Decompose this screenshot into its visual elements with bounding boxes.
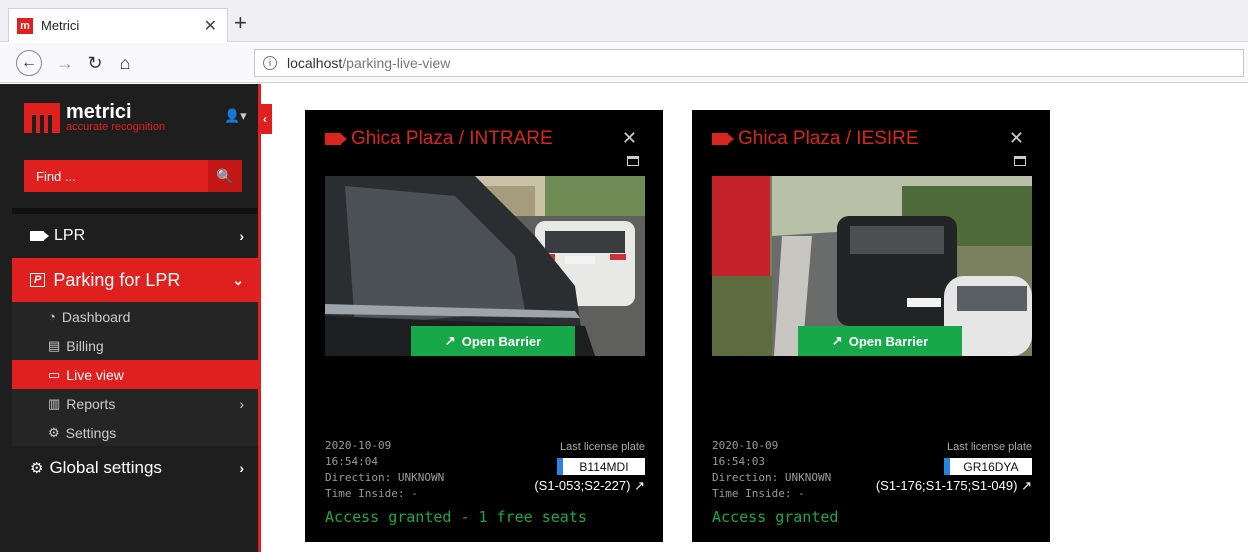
sidebar-edge (258, 84, 261, 552)
billing-icon: ▤ (48, 337, 61, 353)
barrier-icon: ↗ (831, 333, 843, 348)
logo[interactable]: metrici accurate recognition (24, 102, 165, 133)
user-menu-icon[interactable]: 👤▾ (224, 108, 247, 124)
find-box: Find ... 🔍 (24, 160, 242, 192)
last-plate-label: Last license plate (947, 441, 1032, 453)
sidebar-item-label: Dashboard (61, 308, 131, 325)
panel-title: Ghica Plaza / IESIRE (712, 128, 919, 150)
sidebar-item-label: Settings (65, 424, 117, 441)
sensor-readout: (S1-176;S1-175;S1-049) ↗ (875, 478, 1032, 493)
url-path: /parking-live-view (342, 55, 451, 71)
sidebar-item-label: Live view (66, 366, 124, 383)
close-icon[interactable]: ✕ (622, 128, 637, 149)
chevron-right-icon: › (239, 460, 244, 476)
open-barrier-button[interactable]: ↗ Open Barrier (798, 326, 962, 356)
video-camera-icon (30, 231, 49, 241)
panel-title: Ghica Plaza / INTRARE (325, 128, 553, 150)
sidebar-item-label: Global settings (49, 458, 162, 477)
maximize-icon[interactable] (1014, 156, 1026, 166)
sidebar-item-global-settings[interactable]: ⚙ Global settings › (12, 446, 258, 490)
info-icon[interactable]: i (263, 56, 277, 70)
access-status: Access granted - 1 free seats (325, 508, 587, 526)
close-icon[interactable]: ✕ (1009, 128, 1024, 149)
find-input[interactable]: Find ... (24, 160, 208, 192)
sidebar-item-lpr[interactable]: LPR › (12, 214, 258, 258)
parking-icon: P (30, 273, 46, 287)
barrier-icon: ↗ (634, 478, 645, 493)
browser-navbar: ← → ↻ ⌂ i localhost/parking-live-view (0, 43, 1248, 83)
collapse-sidebar-icon[interactable]: ‹ (258, 104, 272, 134)
gear-icon: ⚙ (48, 424, 60, 440)
video-camera-icon (325, 133, 347, 145)
sidebar-item-parking[interactable]: P Parking for LPR ⌄ (12, 258, 258, 302)
search-icon[interactable]: 🔍 (208, 160, 242, 192)
browser-tabbar: m Metrici ✕ + (0, 0, 1248, 42)
sidebar-item-reports[interactable]: ▥ Reports › (12, 389, 258, 418)
camera-panel-iesire: Ghica Plaza / IESIRE ✕ ↗ Open Barrier 20… (692, 110, 1050, 542)
sidebar-item-billing[interactable]: ▤ Billing (12, 331, 258, 360)
chart-icon: ▥ (48, 395, 61, 411)
logo-mark-icon (24, 102, 60, 133)
sensor-readout: (S1-053;S2-227) ↗ (534, 478, 645, 493)
event-meta: 2020-10-09 16:54:03 Direction: UNKNOWN T… (712, 439, 832, 500)
favicon-icon: m (17, 17, 33, 34)
url-bar[interactable]: i localhost/parking-live-view (254, 49, 1244, 77)
sidebar-item-label: LPR (54, 227, 86, 244)
barrier-icon: ↗ (1021, 478, 1032, 493)
logo-tagline: accurate recognition (66, 121, 166, 133)
monitor-icon: ▭ (48, 366, 61, 382)
maximize-icon[interactable] (627, 156, 639, 166)
access-status: Access granted (712, 508, 839, 526)
forward-icon[interactable]: → (52, 50, 78, 76)
barrier-icon: ↗ (444, 333, 456, 348)
dashboard-icon: ◔ (48, 309, 56, 324)
sidebar-item-label: Billing (66, 337, 104, 354)
reload-icon[interactable]: ↻ (82, 50, 108, 76)
license-plate: GR16DYA (944, 458, 1032, 475)
back-icon[interactable]: ← (16, 50, 42, 76)
sidebar-item-dashboard[interactable]: ◔ Dashboard (12, 302, 258, 331)
last-plate-label: Last license plate (560, 441, 645, 453)
new-tab-icon[interactable]: + (234, 10, 247, 36)
chevron-right-icon: › (239, 395, 244, 412)
sidebar-item-label: Parking for LPR (53, 269, 181, 290)
open-barrier-button[interactable]: ↗ Open Barrier (411, 326, 575, 356)
chevron-down-icon: ⌄ (232, 271, 244, 288)
sidebar-item-settings[interactable]: ⚙ Settings (12, 418, 258, 447)
logo-name: metrici (66, 101, 132, 123)
close-tab-icon[interactable]: ✕ (204, 16, 217, 36)
chevron-right-icon: › (239, 228, 244, 244)
video-camera-icon (712, 133, 734, 145)
sidebar-item-live-view[interactable]: ▭ Live view (12, 360, 258, 389)
camera-panel-intrare: Ghica Plaza / INTRARE ✕ ↗ Open Barrier 2… (305, 110, 663, 542)
url-host: localhost (287, 55, 343, 71)
event-meta: 2020-10-09 16:54:04 Direction: UNKNOWN T… (325, 439, 445, 500)
tab-title: Metrici (41, 18, 80, 33)
license-plate: B114MDI (557, 458, 645, 475)
sidebar: metrici accurate recognition 👤▾ Find ...… (0, 84, 258, 552)
home-icon[interactable]: ⌂ (112, 50, 138, 76)
sidebar-item-label: Reports (66, 395, 116, 412)
gears-icon: ⚙ (30, 460, 44, 477)
browser-tab[interactable]: m Metrici ✕ (8, 8, 228, 42)
